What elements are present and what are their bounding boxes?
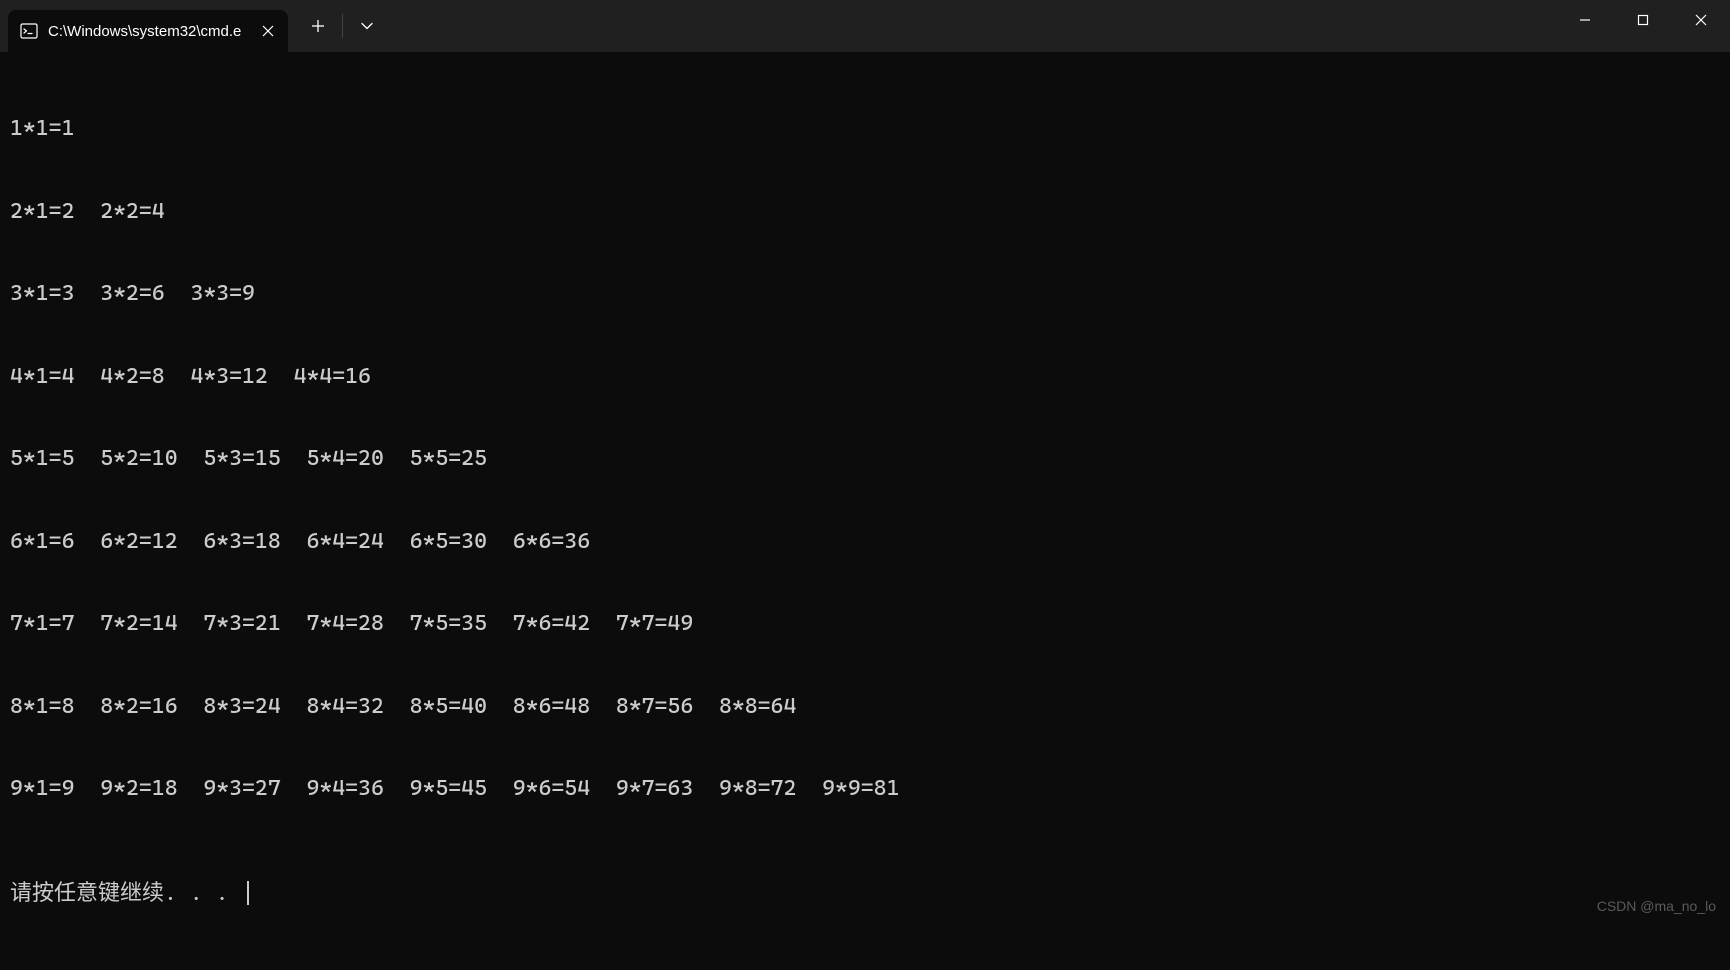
output-line: 5*1=5 5*2=10 5*3=15 5*4=20 5*5=25	[10, 445, 1720, 473]
cursor	[247, 881, 249, 905]
prompt-line: 请按任意键继续. . .	[10, 880, 1720, 908]
prompt-text: 请按任意键继续. . .	[10, 880, 241, 908]
tab-divider	[342, 14, 343, 38]
new-tab-button[interactable]	[298, 10, 338, 42]
titlebar[interactable]: C:\Windows\system32\cmd.e	[0, 0, 1730, 52]
terminal-output[interactable]: 1*1=1 2*1=2 2*2=4 3*1=3 3*2=6 3*3=9 4*1=…	[0, 52, 1730, 970]
terminal-window: C:\Windows\system32\cmd.e	[0, 0, 1730, 924]
cmd-icon	[20, 22, 38, 40]
output-line: 9*1=9 9*2=18 9*3=27 9*4=36 9*5=45 9*6=54…	[10, 775, 1720, 803]
output-line: 2*1=2 2*2=4	[10, 198, 1720, 226]
tab-dropdown-button[interactable]	[347, 10, 387, 42]
minimize-button[interactable]	[1556, 0, 1614, 40]
output-line: 7*1=7 7*2=14 7*3=21 7*4=28 7*5=35 7*6=42…	[10, 610, 1720, 638]
chevron-down-icon	[361, 22, 373, 30]
tab-title: C:\Windows\system32\cmd.e	[48, 23, 248, 40]
watermark: CSDN @ma_no_lo	[1597, 898, 1716, 914]
maximize-icon	[1637, 14, 1649, 26]
close-icon	[1695, 14, 1707, 26]
tab-close-button[interactable]	[258, 21, 278, 41]
minimize-icon	[1579, 14, 1591, 26]
plus-icon	[311, 19, 325, 33]
window-close-button[interactable]	[1672, 0, 1730, 40]
maximize-button[interactable]	[1614, 0, 1672, 40]
output-line: 3*1=3 3*2=6 3*3=9	[10, 280, 1720, 308]
tab-actions	[288, 0, 387, 52]
output-line: 1*1=1	[10, 115, 1720, 143]
tabs-area: C:\Windows\system32\cmd.e	[0, 0, 288, 52]
window-controls	[1556, 0, 1730, 40]
tab-cmd[interactable]: C:\Windows\system32\cmd.e	[8, 10, 288, 52]
output-line: 4*1=4 4*2=8 4*3=12 4*4=16	[10, 363, 1720, 391]
close-icon	[262, 25, 274, 37]
output-line: 8*1=8 8*2=16 8*3=24 8*4=32 8*5=40 8*6=48…	[10, 693, 1720, 721]
output-line: 6*1=6 6*2=12 6*3=18 6*4=24 6*5=30 6*6=36	[10, 528, 1720, 556]
